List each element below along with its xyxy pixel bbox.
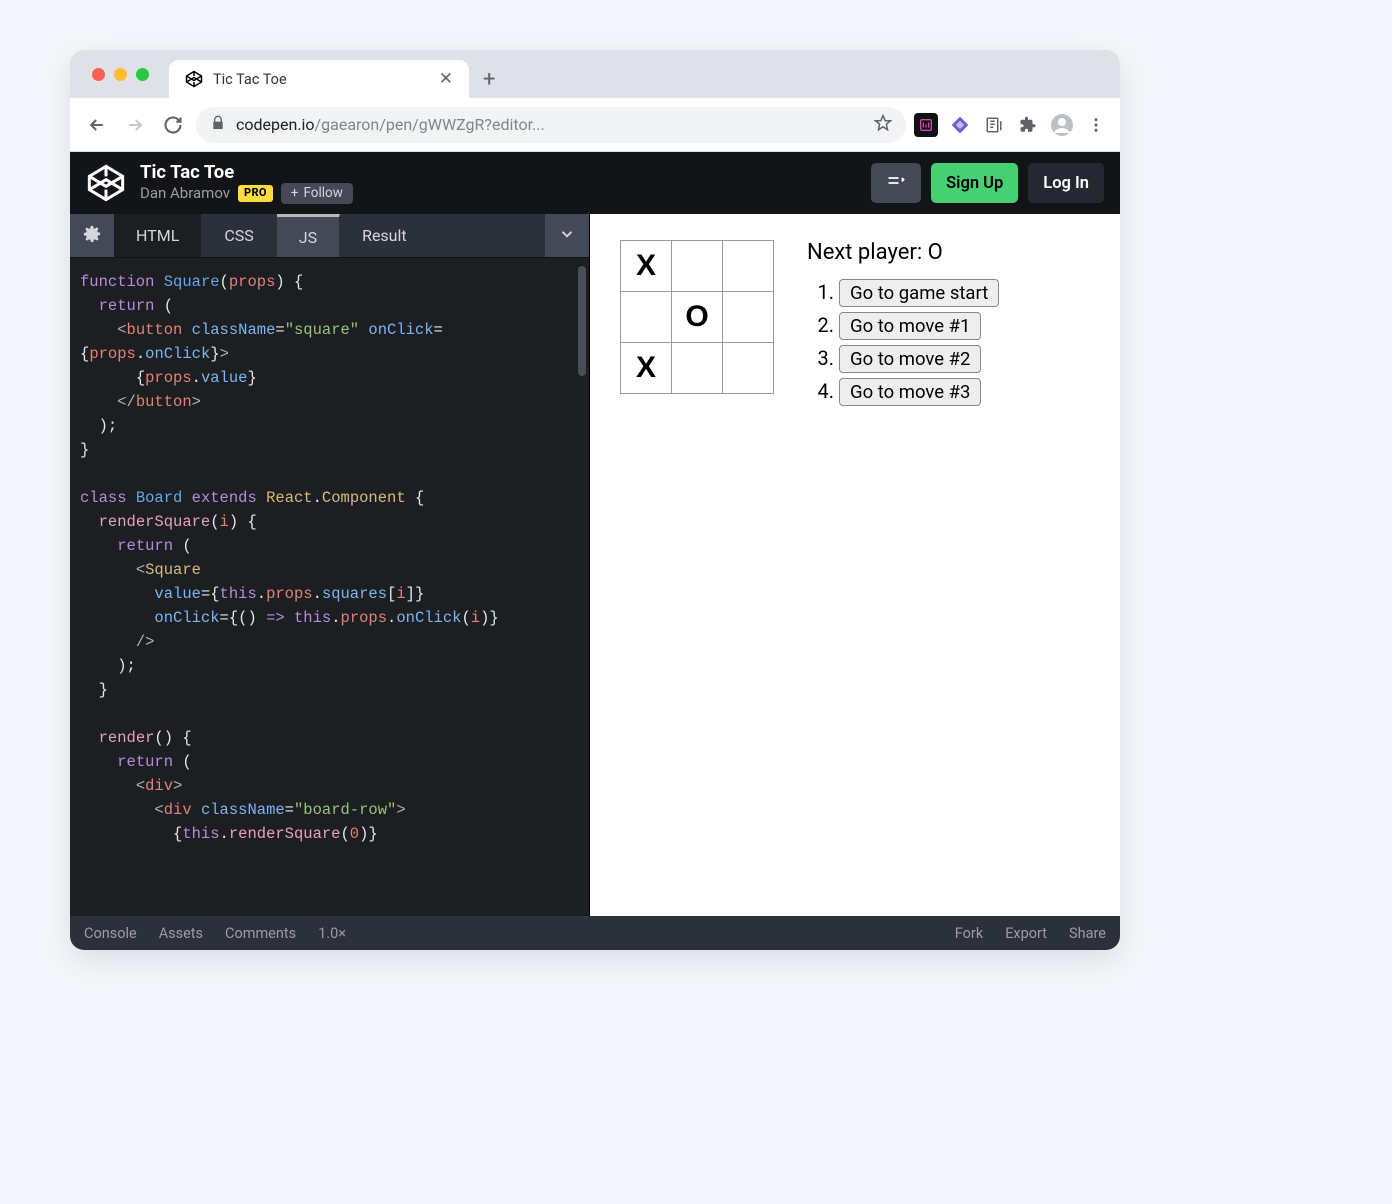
close-window-icon[interactable] [92, 68, 105, 81]
move-list-item: Go to move #3 [839, 378, 999, 406]
goto-move-button[interactable]: Go to game start [839, 279, 999, 307]
collapse-editor-button[interactable] [545, 214, 589, 257]
editor-tab-bar: HTML CSS JS Result [70, 214, 589, 258]
board-square[interactable] [722, 291, 774, 343]
bookmark-star-icon[interactable] [874, 114, 892, 136]
game-info: Next player: O Go to game start Go to mo… [807, 240, 999, 411]
goto-move-button[interactable]: Go to move #1 [839, 312, 981, 340]
goto-move-button[interactable]: Go to move #2 [839, 345, 981, 373]
login-button[interactable]: Log In [1028, 163, 1104, 203]
editor-pane: HTML CSS JS Result function Square(props… [70, 214, 590, 916]
url-domain: codepen.io [236, 115, 315, 134]
pen-author[interactable]: Dan Abramov [140, 185, 230, 202]
profile-avatar-icon[interactable] [1050, 113, 1074, 137]
move-list: Go to game start Go to move #1 Go to mov… [807, 279, 999, 406]
browser-tabstrip: Tic Tac Toe ✕ + [70, 50, 1120, 98]
footer-console[interactable]: Console [84, 925, 137, 942]
editor-settings-button[interactable] [70, 214, 114, 257]
plus-icon: + [291, 186, 299, 201]
reload-button[interactable] [158, 110, 188, 140]
extension-icon[interactable] [948, 113, 972, 137]
pen-title: Tic Tac Toe [140, 162, 353, 182]
board-square[interactable] [722, 240, 774, 292]
move-list-item: Go to move #1 [839, 312, 999, 340]
main-area: HTML CSS JS Result function Square(props… [70, 214, 1120, 916]
board-square[interactable]: X [620, 240, 672, 292]
code-editor[interactable]: function Square(props) { return ( <butto… [70, 258, 589, 916]
game-status: Next player: O [807, 240, 999, 265]
board-square[interactable] [671, 240, 723, 292]
codepen-footer: Console Assets Comments 1.0× Fork Export… [70, 916, 1120, 950]
forward-button[interactable] [120, 110, 150, 140]
browser-tab[interactable]: Tic Tac Toe ✕ [169, 60, 469, 98]
footer-share[interactable]: Share [1069, 925, 1106, 942]
layout-menu-button[interactable] [871, 163, 921, 203]
extension-icon[interactable] [982, 113, 1006, 137]
result-pane: X O X Next player: O Go to g [590, 214, 1120, 916]
maximize-window-icon[interactable] [136, 68, 149, 81]
url-path: /gaearon/pen/gWWZgR?editor... [315, 115, 545, 134]
goto-move-button[interactable]: Go to move #3 [839, 378, 981, 406]
tictactoe-board: X O X [620, 240, 773, 393]
follow-button[interactable]: + Follow [281, 183, 353, 204]
board-square[interactable]: O [671, 291, 723, 343]
move-list-item: Go to game start [839, 279, 999, 307]
board-square[interactable] [722, 342, 774, 394]
browser-toolbar: codepen.io/gaearon/pen/gWWZgR?editor... [70, 98, 1120, 152]
board-square[interactable] [671, 342, 723, 394]
back-button[interactable] [82, 110, 112, 140]
move-list-item: Go to move #2 [839, 345, 999, 373]
footer-comments[interactable]: Comments [225, 925, 296, 942]
gear-icon [83, 225, 101, 247]
tab-css[interactable]: CSS [202, 214, 276, 257]
window-controls [84, 50, 157, 98]
footer-zoom[interactable]: 1.0× [318, 925, 346, 942]
board-square[interactable]: X [620, 342, 672, 394]
tab-result[interactable]: Result [340, 214, 430, 257]
kebab-menu-icon[interactable] [1084, 113, 1108, 137]
extension-icon[interactable] [914, 113, 938, 137]
codepen-favicon-icon [185, 70, 203, 88]
codepen-logo-icon[interactable] [86, 163, 126, 203]
extension-icons [914, 113, 1108, 137]
scrollbar-thumb[interactable] [578, 266, 586, 376]
footer-assets[interactable]: Assets [159, 925, 203, 942]
tab-html[interactable]: HTML [114, 214, 202, 257]
signup-button[interactable]: Sign Up [931, 163, 1018, 203]
footer-export[interactable]: Export [1005, 925, 1047, 942]
close-tab-icon[interactable]: ✕ [439, 69, 453, 89]
tab-js[interactable]: JS [277, 214, 340, 257]
lock-icon [210, 115, 226, 135]
chevron-down-icon [558, 225, 576, 247]
address-bar[interactable]: codepen.io/gaearon/pen/gWWZgR?editor... [196, 107, 906, 143]
browser-tab-title: Tic Tac Toe [213, 71, 429, 88]
pro-badge: PRO [238, 185, 273, 202]
new-tab-button[interactable]: + [469, 60, 509, 98]
browser-window: Tic Tac Toe ✕ + codepen.io/gaearon/pen/g… [70, 50, 1120, 950]
follow-label: Follow [303, 186, 342, 201]
footer-fork[interactable]: Fork [955, 925, 983, 942]
codepen-header: Tic Tac Toe Dan Abramov PRO + Follow Sig… [70, 152, 1120, 214]
extensions-puzzle-icon[interactable] [1016, 113, 1040, 137]
board-square[interactable] [620, 291, 672, 343]
minimize-window-icon[interactable] [114, 68, 127, 81]
